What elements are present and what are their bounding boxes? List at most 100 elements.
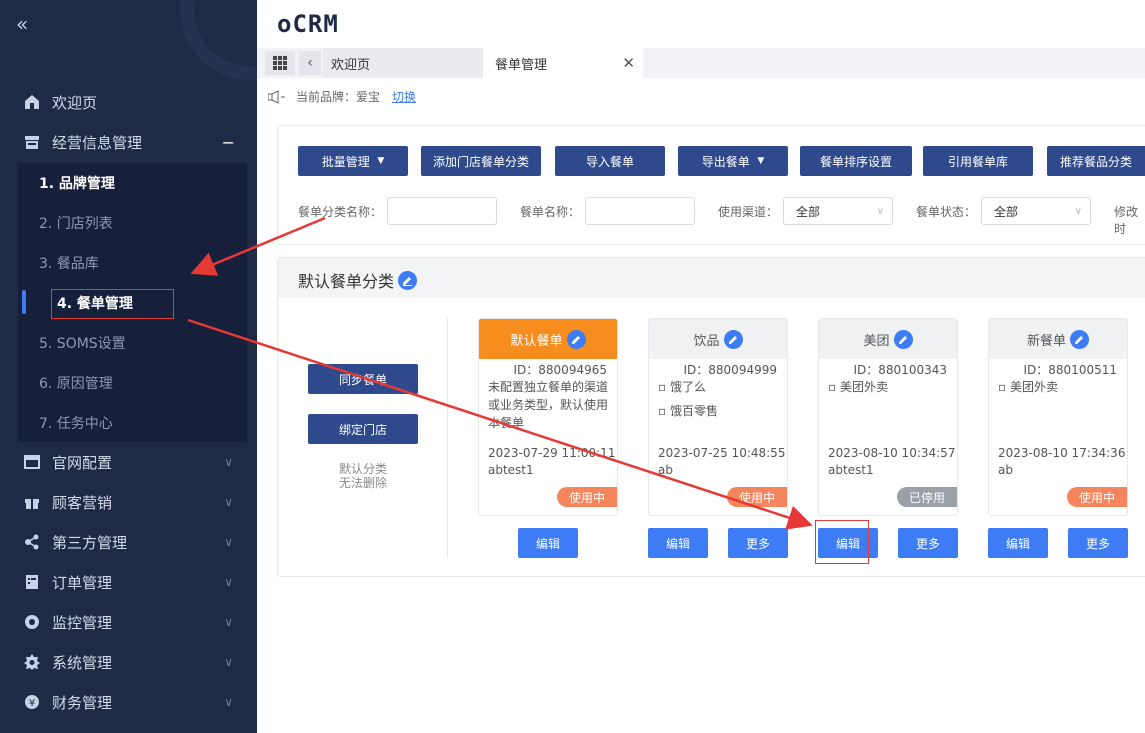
tab-menu-management[interactable]: 餐单管理 ✕	[483, 48, 643, 78]
card-more-button[interactable]: 更多	[898, 528, 958, 558]
sidebar-item-website[interactable]: 官网配置 ∨	[0, 442, 257, 482]
switch-brand-link[interactable]: 切换	[392, 88, 416, 105]
status-select[interactable]: 全部 ∨	[981, 197, 1091, 225]
sidebar-item-monitor[interactable]: 监控管理 ∨	[0, 602, 257, 642]
sidebar-item-system[interactable]: 系统管理 ∨	[0, 642, 257, 682]
category-title-text: 默认餐单分类	[298, 272, 395, 291]
recommend-dish-category-button[interactable]: 推荐餐品分类	[1047, 146, 1145, 176]
menu-card[interactable]: 新餐单 ID：880100511 ▫ 美团外卖 2023-08-10 17:34…	[988, 318, 1128, 516]
menu-card[interactable]: 饮品 ID：880094999 ▫ 饿了么 ▫ 饿百零售 2023-07-25 1…	[648, 318, 788, 516]
collapse-minus-icon[interactable]: −	[222, 133, 235, 152]
submenu-item-brand[interactable]: 1. 品牌管理	[39, 163, 239, 203]
button-label: 导入餐单	[585, 154, 634, 169]
card-description: 未配置独立餐单的渠道或业务类型，默认使用本餐单	[488, 380, 609, 430]
reference-menu-library-button[interactable]: 引用餐单库	[923, 146, 1033, 176]
card-id: ID：880094999	[683, 363, 778, 377]
select-value: 全部	[994, 204, 1019, 219]
add-store-menu-category-button[interactable]: 添加门店餐单分类	[421, 146, 541, 176]
status-badge: 使用中	[557, 487, 617, 507]
collapse-sidebar-icon[interactable]: «	[16, 12, 28, 36]
tab-welcome[interactable]: 欢迎页	[323, 48, 483, 78]
menu-name-input[interactable]	[585, 197, 695, 225]
sidebar-item-welcome[interactable]: 欢迎页	[0, 82, 257, 122]
brand-label: 当前品牌：爱宝	[296, 90, 381, 104]
sidebar-item-label: 官网配置	[52, 453, 113, 472]
import-menu-button[interactable]: 导入餐单	[555, 146, 665, 176]
decorative-circle	[180, 0, 257, 80]
card-date: 2023-07-25 10:48:55	[658, 446, 786, 460]
close-icon[interactable]: ✕	[622, 54, 635, 72]
export-menu-button[interactable]: 导出餐单 ▼	[678, 146, 788, 176]
channel-item: ▫ 美团外卖	[828, 380, 888, 394]
bind-store-button[interactable]: 绑定门店	[308, 414, 418, 444]
card-header: 新餐单	[989, 319, 1127, 359]
card-more-button[interactable]: 更多	[728, 528, 788, 558]
sidebar-item-third-party[interactable]: 第三方管理 ∨	[0, 522, 257, 562]
topbar: oCRM	[257, 0, 1145, 48]
chevron-down-icon: ∨	[224, 655, 233, 669]
button-label: 添加门店餐单分类	[432, 154, 529, 169]
sidebar-item-finance[interactable]: ¥ 财务管理 ∨	[0, 682, 257, 722]
card-edit-button[interactable]: 编辑	[518, 528, 578, 558]
chevron-down-icon: ∨	[876, 205, 884, 217]
sidebar-item-business-info[interactable]: 经营信息管理 −	[0, 122, 257, 162]
card-date: 2023-07-29 11:00:11	[488, 446, 616, 460]
submenu-label: 3. 餐品库	[39, 256, 99, 272]
card-more-button[interactable]: 更多	[1068, 528, 1128, 558]
speaker-icon	[268, 89, 285, 104]
submenu-item-stores[interactable]: 2. 门店列表	[39, 203, 239, 243]
card-id: ID：880100511	[1023, 363, 1118, 377]
sidebar-item-label: 第三方管理	[52, 533, 128, 552]
submenu-item-reasons[interactable]: 6. 原因管理	[39, 363, 239, 403]
submenu-item-tasks[interactable]: 7. 任务中心	[39, 403, 239, 443]
menu-card[interactable]: 美团 ID：880100343 ▫ 美团外卖 2023-08-10 10:34:…	[818, 318, 958, 516]
submenu-item-dish-library[interactable]: 3. 餐品库	[39, 243, 239, 283]
card-header: 美团	[819, 319, 957, 359]
sync-menu-button[interactable]: 同步餐单	[308, 364, 418, 394]
caret-down-icon: ▼	[757, 156, 765, 166]
active-indicator	[22, 290, 26, 314]
sidebar-item-marketing[interactable]: 顾客营销 ∨	[0, 482, 257, 522]
gift-icon	[23, 493, 41, 511]
tab-label: 餐单管理	[495, 57, 548, 73]
default-category-note: 默认分类 无法删除	[308, 462, 418, 490]
sidebar-item-orders[interactable]: 订单管理 ∨	[0, 562, 257, 602]
channel-item: ▫ 饿了么	[658, 380, 706, 394]
divider	[447, 318, 448, 558]
sidebar: « 欢迎页 经营信息管理 − 1. 品牌管理 2. 门店列表 3. 餐品库 4.…	[0, 0, 257, 733]
channel-label: 使用渠道：	[718, 205, 779, 219]
gear-icon	[23, 653, 41, 671]
caret-down-icon: ▼	[377, 156, 385, 166]
chevron-down-icon: ∨	[224, 615, 233, 629]
chevron-down-icon: ∨	[224, 695, 233, 709]
card-channels: ▫ 美团外卖	[819, 378, 957, 440]
edit-icon[interactable]	[893, 329, 913, 349]
edit-icon[interactable]	[723, 329, 743, 349]
svg-text:¥: ¥	[29, 698, 35, 709]
category-name-input[interactable]	[387, 197, 497, 225]
card-edit-button[interactable]: 编辑	[648, 528, 708, 558]
card-id: ID：880094965	[513, 363, 608, 377]
status-label: 餐单状态：	[916, 205, 977, 219]
channel-item: ▫ 饿百零售	[658, 404, 718, 418]
edit-icon[interactable]	[398, 270, 418, 290]
menu-card[interactable]: 默认餐单 ID：880094965 未配置独立餐单的渠道或业务类型，默认使用本餐…	[478, 318, 618, 516]
chevron-down-icon: ∨	[224, 535, 233, 549]
submenu-item-soms[interactable]: 5. SOMS设置	[39, 323, 239, 363]
menu-sort-settings-button[interactable]: 餐单排序设置	[800, 146, 912, 176]
card-edit-button[interactable]: 编辑	[988, 528, 1048, 558]
tabs-back-button[interactable]: ‹	[299, 51, 321, 75]
sidebar-item-label: 经营信息管理	[52, 133, 143, 152]
monitor-icon	[23, 613, 41, 631]
chevron-down-icon: ∨	[1074, 205, 1082, 217]
card-name: 美团	[863, 333, 890, 349]
button-label: 批量管理	[321, 154, 370, 169]
channel-select[interactable]: 全部 ∨	[783, 197, 893, 225]
card-name: 新餐单	[1026, 333, 1066, 349]
grid-menu-button[interactable]	[265, 51, 295, 75]
edit-icon[interactable]	[566, 329, 586, 349]
sidebar-item-label: 财务管理	[52, 693, 113, 712]
button-label: 引用餐单库	[947, 154, 1008, 169]
edit-icon[interactable]	[1070, 329, 1089, 349]
batch-manage-button[interactable]: 批量管理 ▼	[298, 146, 408, 176]
